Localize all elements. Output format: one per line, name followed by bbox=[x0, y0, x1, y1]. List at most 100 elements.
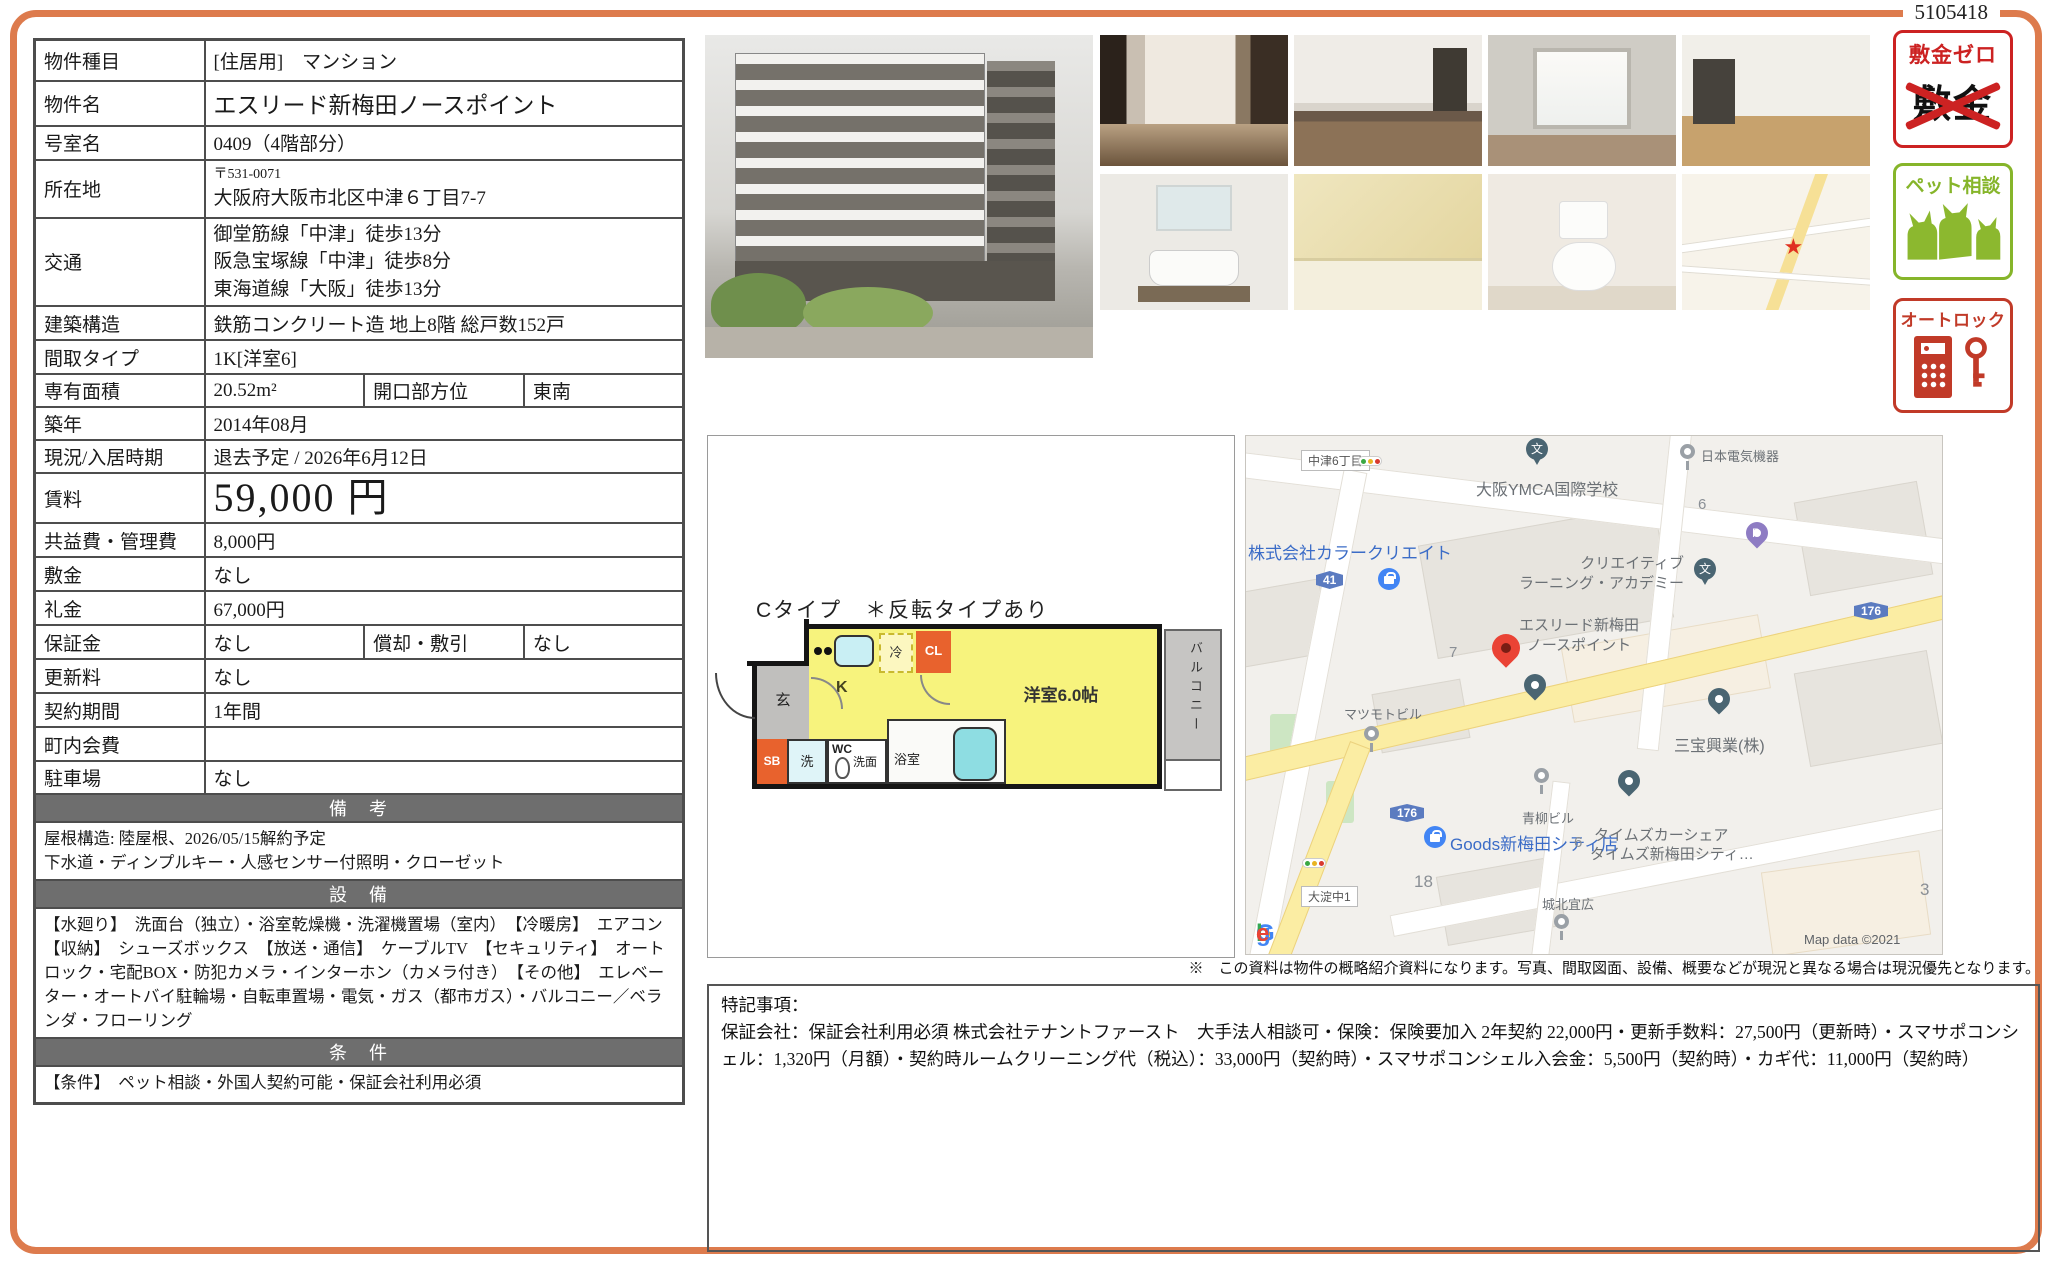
autolock-icon-row bbox=[1896, 335, 2010, 398]
map-place-label: 大阪YMCA国際学校 bbox=[1476, 476, 1618, 500]
table-row: 築年 2014年08月 bbox=[35, 407, 684, 440]
section-header-remarks: 備 考 bbox=[35, 794, 684, 822]
property-spec-table: 物件種目 [住居用] マンション 物件名 エスリード新梅田ノースポイント 号室名… bbox=[33, 38, 685, 1105]
map-place-label: マツモトビル bbox=[1344, 704, 1422, 723]
section-header-label: 設 備 bbox=[35, 880, 684, 908]
photo-map-thumbnail: ★ bbox=[1682, 174, 1870, 310]
row-label: 契約期間 bbox=[35, 693, 205, 727]
parking-pin-letter: P bbox=[1752, 526, 1760, 540]
remarks-line: 下水道・ディンプルキー・人感センサー付照明・クローゼット bbox=[44, 851, 674, 875]
school-pin-icon: 文 bbox=[1526, 438, 1548, 460]
badge-title: ペット相談 bbox=[1896, 171, 2010, 198]
row-label: 駐車場 bbox=[35, 761, 205, 794]
transport-line: 東海道線「大阪」徒歩13分 bbox=[214, 276, 675, 304]
badge-no-deposit: 敷金ゼロ 敷金 bbox=[1893, 30, 2013, 148]
building-side-wing bbox=[987, 61, 1055, 261]
fridge-area: 冷 bbox=[879, 633, 913, 673]
photo-room-interior bbox=[1294, 35, 1482, 166]
address-text: 大阪府大阪市北区中津６丁目7-7 bbox=[214, 183, 675, 210]
table-row: 町内会費 bbox=[35, 727, 684, 761]
street-ground bbox=[705, 327, 1093, 358]
property-flyer-page: 5105418 物件種目 [住居用] マンション 物件名 エスリード新梅田ノース… bbox=[0, 0, 2056, 1265]
map-place-label: 日本電気機器 bbox=[1701, 446, 1779, 465]
closet-area: CL bbox=[916, 631, 951, 673]
remarks-cell: 屋根構造: 陸屋根、2026/05/15解約予定 下水道・ディンプルキー・人感セ… bbox=[35, 822, 684, 880]
intercom-icon bbox=[1914, 336, 1952, 398]
table-row: 物件種目 [住居用] マンション bbox=[35, 40, 684, 81]
basin-label: 洗面 bbox=[853, 753, 877, 770]
floorplan-panel: Cタイプ ＊反転タイプあり 玄 SB 洗 WC 洗面 浴室 冷 CL K bbox=[707, 435, 1235, 958]
traffic-light-icon bbox=[1302, 858, 1326, 868]
balcony-area: バルコニー bbox=[1164, 629, 1222, 761]
route-shield: 176 bbox=[1390, 804, 1424, 822]
map-pin bbox=[1613, 765, 1644, 796]
bathroom-area: 浴室 bbox=[887, 719, 1006, 784]
row-label: 町内会費 bbox=[35, 727, 205, 761]
row-label: 開口部方位 bbox=[364, 374, 524, 407]
map-pin-small bbox=[1554, 914, 1569, 929]
table-row: 【条件】 ペット相談・外国人契約可能・保証会社利用必須 bbox=[35, 1066, 684, 1104]
balcony-window bbox=[1533, 48, 1631, 129]
row-label: 保証金 bbox=[35, 625, 205, 659]
crossed-text: 敷金 bbox=[1910, 77, 1996, 133]
store-pin-icon bbox=[1378, 568, 1400, 590]
row-label: 更新料 bbox=[35, 659, 205, 693]
row-value: 東南 bbox=[524, 374, 684, 407]
row-label: 間取タイプ bbox=[35, 340, 205, 374]
disclaimer-note: ※ この資料は物件の概略紹介資料になります。写真、間取図面、設備、概要などが現況… bbox=[707, 957, 2040, 978]
row-value bbox=[205, 727, 684, 761]
table-row: 礼金 67,000円 bbox=[35, 591, 684, 625]
transport-line: 御堂筋線「中津」徒歩13分 bbox=[214, 221, 675, 249]
intercom-screen bbox=[1921, 343, 1945, 354]
map-place-label: Goods新梅田シティ店 bbox=[1450, 830, 1618, 855]
map-thumb-road bbox=[1682, 215, 1870, 255]
toilet-tank bbox=[1559, 201, 1608, 239]
row-value: 67,000円 bbox=[205, 591, 684, 625]
postal-code: 〒531-0071 bbox=[214, 167, 675, 182]
table-row: 交通 御堂筋線「中津」徒歩13分 阪急宝塚線「中津」徒歩8分 東海道線「大阪」徒… bbox=[35, 218, 684, 307]
row-value: [住居用] マンション bbox=[205, 40, 684, 81]
document-number: 5105418 bbox=[1903, 0, 2001, 25]
traffic-light-icon bbox=[1358, 456, 1382, 466]
photo-hallway bbox=[1100, 35, 1288, 166]
conditions-cell: 【条件】 ペット相談・外国人契約可能・保証会社利用必須 bbox=[35, 1066, 684, 1104]
map-pin-small bbox=[1680, 444, 1695, 459]
row-value: なし bbox=[205, 557, 684, 591]
map-pin-small bbox=[1364, 726, 1379, 741]
photo-building-exterior bbox=[705, 35, 1093, 358]
badge-autolock: オートロック bbox=[1893, 298, 2013, 413]
washbasin-counter bbox=[1138, 286, 1251, 302]
property-name: エスリード新梅田ノースポイント bbox=[205, 81, 684, 126]
table-row: 間取タイプ 1K[洋室6] bbox=[35, 340, 684, 374]
hallway-floor bbox=[1100, 124, 1288, 166]
table-row: 所在地 〒531-0071 大阪府大阪市北区中津６丁目7-7 bbox=[35, 160, 684, 218]
map-place-label: 三宝興業(株) bbox=[1674, 732, 1765, 756]
transport-cell: 御堂筋線「中津」徒歩13分 阪急宝塚線「中津」徒歩8分 東海道線「大阪」徒歩13… bbox=[205, 218, 684, 307]
map-place-label: 株式会社カラークリエイト bbox=[1248, 539, 1452, 564]
toilet-shape bbox=[835, 757, 850, 779]
room-wardrobe bbox=[1433, 48, 1467, 111]
remarks-line: 屋根構造: 陸屋根、2026/05/15解約予定 bbox=[44, 827, 674, 851]
washbasin-mirror bbox=[1156, 185, 1231, 231]
section-header-conditions: 条 件 bbox=[35, 1038, 684, 1066]
map-block-number: 6 bbox=[1698, 496, 1706, 513]
map-place-label: 青柳ビル bbox=[1522, 808, 1574, 827]
map-place-label: エスリード新梅田 bbox=[1504, 614, 1654, 635]
address-cell: 〒531-0071 大阪府大阪市北区中津６丁目7-7 bbox=[205, 160, 684, 218]
row-label: 専有面積 bbox=[35, 374, 205, 407]
table-row: 敷金 なし bbox=[35, 557, 684, 591]
row-value: 8,000円 bbox=[205, 523, 684, 557]
photo-kitchen-corridor bbox=[1682, 35, 1870, 166]
map-place-label: クリエイティブ bbox=[1564, 552, 1684, 573]
section-header-label: 備 考 bbox=[35, 794, 684, 822]
badge-title: オートロック bbox=[1896, 306, 2010, 331]
row-label: 償却・敷引 bbox=[364, 625, 524, 659]
photo-toilet bbox=[1488, 174, 1676, 310]
photo-washbasin bbox=[1100, 174, 1288, 310]
photo-bathroom bbox=[1294, 174, 1482, 310]
entrance-area: 玄 bbox=[757, 666, 809, 739]
row-value: なし bbox=[205, 761, 684, 794]
map-block-number: 18 bbox=[1414, 872, 1433, 892]
row-value: なし bbox=[524, 625, 684, 659]
star-marker-icon: ★ bbox=[1784, 234, 1804, 260]
